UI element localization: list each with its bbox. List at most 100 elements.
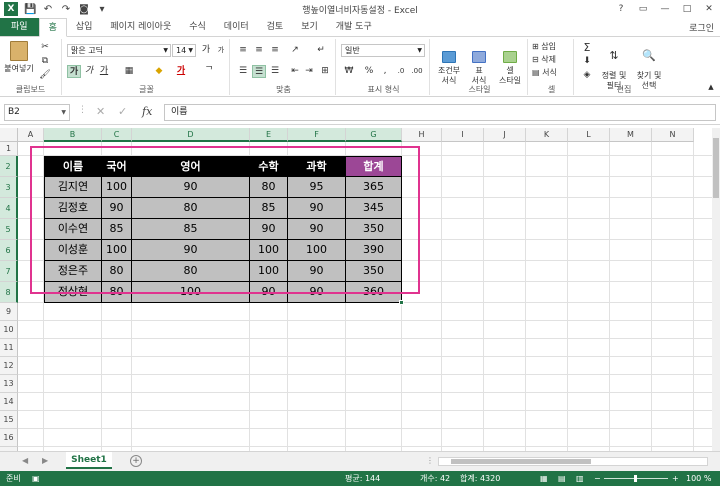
macro-record-icon[interactable]: ▣ (32, 471, 40, 486)
paste-button[interactable]: 붙여넣기 (4, 41, 34, 74)
align-top-icon[interactable]: ≡ (236, 44, 250, 57)
currency-icon[interactable]: ₩ (342, 65, 356, 78)
zoom-slider-thumb[interactable] (634, 475, 637, 482)
phonetic-icon[interactable]: ᄀ (202, 65, 216, 78)
horizontal-scrollbar[interactable] (438, 457, 708, 466)
formula-input[interactable]: 이름 (164, 104, 716, 121)
merge-center-icon[interactable]: ⊞ (318, 65, 332, 78)
border-icon[interactable]: ▦ (122, 65, 136, 78)
font-size-combo[interactable]: 14 ▼ (172, 44, 196, 57)
decrease-decimal-icon[interactable]: .00 (410, 65, 424, 78)
vertical-scroll-thumb[interactable] (713, 138, 719, 198)
tab-insert[interactable]: 삽입 (67, 18, 102, 36)
zoom-level[interactable]: 100 % (686, 471, 711, 486)
sheet-bar-divider-icon[interactable]: ⋮ (426, 456, 434, 465)
enter-icon[interactable]: ✓ (118, 105, 127, 118)
sheet-tab[interactable]: Sheet1 (66, 452, 112, 469)
next-sheet-icon[interactable]: ▶ (42, 456, 48, 465)
align-center-icon[interactable]: ☰ (252, 65, 266, 78)
cut-icon[interactable]: ✂ (38, 41, 52, 54)
column-header[interactable]: I (442, 128, 484, 142)
tab-view[interactable]: 보기 (292, 18, 327, 36)
number-format-combo[interactable]: 일반 ▼ (341, 44, 425, 57)
cancel-icon[interactable]: ✕ (96, 105, 105, 118)
ribbon-display-icon[interactable]: ▭ (632, 0, 654, 18)
tab-data[interactable]: 데이터 (215, 18, 258, 36)
row-header[interactable]: 15 (0, 411, 18, 429)
orientation-icon[interactable]: ↗ (288, 44, 302, 57)
row-header[interactable]: 6 (0, 240, 18, 261)
underline-button[interactable]: 가 (97, 65, 111, 78)
wrap-text-icon[interactable]: ↵ (314, 44, 328, 57)
format-cells-button[interactable]: ▤ 서식 (532, 68, 557, 78)
tab-developer[interactable]: 개발 도구 (327, 18, 381, 36)
select-all-corner[interactable] (0, 128, 18, 142)
italic-button[interactable]: 가 (82, 65, 96, 78)
minimize-icon[interactable]: — (654, 0, 676, 18)
column-header[interactable]: F (288, 128, 346, 142)
align-bottom-icon[interactable]: ≡ (268, 44, 282, 57)
row-header[interactable]: 12 (0, 357, 18, 375)
add-sheet-button[interactable]: + (130, 455, 142, 467)
column-header[interactable]: K (526, 128, 568, 142)
comma-button[interactable]: , (378, 65, 392, 78)
column-header[interactable]: L (568, 128, 610, 142)
column-header[interactable]: H (402, 128, 442, 142)
row-header[interactable]: 8 (0, 282, 18, 303)
increase-indent-icon[interactable]: ⇥ (302, 65, 316, 78)
row-header[interactable]: 16 (0, 429, 18, 447)
row-header[interactable]: 11 (0, 339, 18, 357)
align-left-icon[interactable]: ☰ (236, 65, 250, 78)
column-header[interactable]: J (484, 128, 526, 142)
normal-view-icon[interactable]: ▦ (540, 471, 548, 486)
insert-cells-button[interactable]: ⊞ 삽입 (532, 42, 556, 52)
shrink-font-button[interactable]: 가 (214, 44, 228, 57)
increase-decimal-icon[interactable]: .0 (394, 65, 408, 78)
autosum-button[interactable]: Σ (580, 41, 594, 54)
copy-icon[interactable]: ⧉ (38, 55, 52, 68)
zoom-out-icon[interactable]: − (594, 471, 601, 486)
prev-sheet-icon[interactable]: ◀ (22, 456, 28, 465)
fill-color-icon[interactable]: ◆ (152, 65, 166, 78)
tab-page-layout[interactable]: 페이지 레이아웃 (101, 18, 180, 36)
fill-handle[interactable] (399, 300, 404, 305)
collapse-ribbon-icon[interactable]: ▲ (704, 81, 718, 94)
column-header[interactable]: A (18, 128, 44, 142)
insert-function-button[interactable]: fx (142, 105, 152, 118)
percent-button[interactable]: % (362, 65, 376, 78)
vertical-scrollbar[interactable] (712, 128, 720, 451)
row-header[interactable]: 3 (0, 177, 18, 198)
decrease-indent-icon[interactable]: ⇤ (288, 65, 302, 78)
column-header[interactable]: C (102, 128, 132, 142)
align-right-icon[interactable]: ☰ (268, 65, 282, 78)
align-middle-icon[interactable]: ≡ (252, 44, 266, 57)
column-header[interactable]: E (250, 128, 288, 142)
row-header[interactable]: 5 (0, 219, 18, 240)
font-color-icon[interactable]: 가 (174, 65, 188, 78)
row-header[interactable]: 7 (0, 261, 18, 282)
row-header[interactable]: 13 (0, 375, 18, 393)
zoom-in-icon[interactable]: + (672, 471, 679, 486)
tab-file[interactable]: 파일 (0, 18, 39, 36)
name-box[interactable]: B2 ▼ (4, 104, 70, 121)
format-painter-icon[interactable]: 🖌 (38, 69, 52, 82)
horizontal-scroll-thumb[interactable] (451, 459, 591, 464)
tab-review[interactable]: 검토 (258, 18, 293, 36)
fill-icon[interactable]: ⬇ (580, 55, 594, 68)
font-name-combo[interactable]: 맑은 고딕 ▼ (67, 44, 171, 57)
login-link[interactable]: 로그인 (689, 21, 714, 34)
row-header[interactable]: 9 (0, 303, 18, 321)
grow-font-button[interactable]: 가 (199, 44, 213, 57)
tab-formulas[interactable]: 수식 (180, 18, 215, 36)
bold-button[interactable]: 가 (67, 65, 81, 78)
page-break-view-icon[interactable]: ▥ (576, 471, 584, 486)
column-header[interactable]: D (132, 128, 250, 142)
maximize-icon[interactable]: □ (676, 0, 698, 18)
row-header[interactable]: 2 (0, 156, 18, 177)
column-header[interactable]: M (610, 128, 652, 142)
row-header[interactable]: 10 (0, 321, 18, 339)
help-button[interactable]: ? (610, 0, 632, 18)
column-header[interactable]: G (346, 128, 402, 142)
page-layout-view-icon[interactable]: ▤ (558, 471, 566, 486)
close-icon[interactable]: ✕ (698, 0, 720, 18)
